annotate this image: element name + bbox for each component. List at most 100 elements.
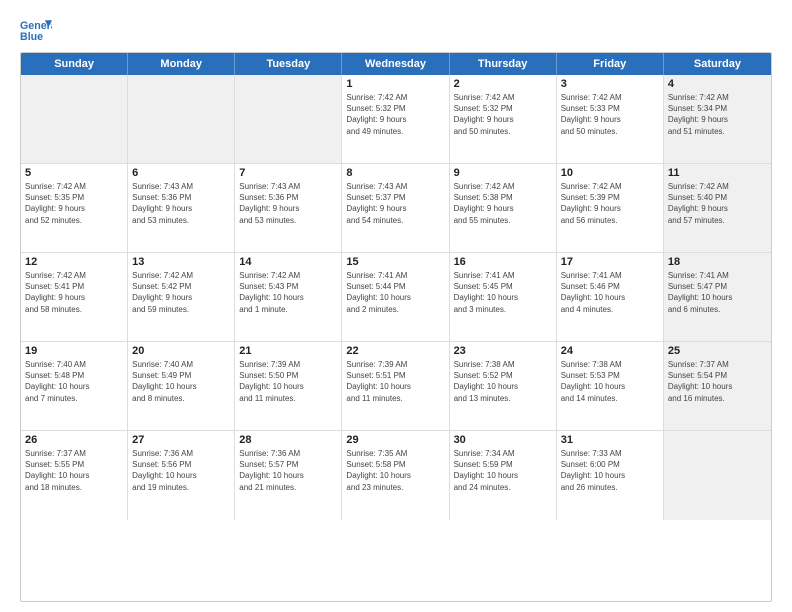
day-number: 6: [132, 167, 230, 179]
day-number: 8: [346, 167, 444, 179]
calendar-row-4: 19Sunrise: 7:40 AM Sunset: 5:48 PM Dayli…: [21, 342, 771, 431]
day-number: 3: [561, 78, 659, 90]
day-info: Sunrise: 7:42 AM Sunset: 5:34 PM Dayligh…: [668, 92, 767, 137]
day-info: Sunrise: 7:35 AM Sunset: 5:58 PM Dayligh…: [346, 448, 444, 493]
day-number: 11: [668, 167, 767, 179]
day-info: Sunrise: 7:41 AM Sunset: 5:44 PM Dayligh…: [346, 270, 444, 315]
day-number: 14: [239, 256, 337, 268]
day-number: 23: [454, 345, 552, 357]
header-day-monday: Monday: [128, 53, 235, 75]
empty-cell-4-6: [664, 431, 771, 520]
day-cell-10: 10Sunrise: 7:42 AM Sunset: 5:39 PM Dayli…: [557, 164, 664, 252]
day-cell-4: 4 Sunrise: 7:42 AM Sunset: 5:34 PM Daylig…: [664, 75, 771, 163]
day-cell-28: 28 Sunrise: 7:36 AM Sunset: 5:57 PM Dayli…: [235, 431, 342, 520]
day-cell-26: 26 Sunrise: 7:37 AM Sunset: 5:55 PM Dayli…: [21, 431, 128, 520]
day-info: Sunrise: 7:42 AM Sunset: 5:32 PM Dayligh…: [454, 92, 552, 137]
day-number: 21: [239, 345, 337, 357]
day-number: 30: [454, 434, 552, 446]
day-number: 18: [668, 256, 767, 268]
calendar-row-5: 26 Sunrise: 7:37 AM Sunset: 5:55 PM Dayli…: [21, 431, 771, 520]
day-info: Sunrise: 7:37 AM Sunset: 5:55 PM Dayligh…: [25, 448, 123, 493]
day-number: 16: [454, 256, 552, 268]
calendar-body: 1Sunrise: 7:42 AM Sunset: 5:32 PM Daylig…: [21, 75, 771, 520]
day-cell-11: 11 Sunrise: 7:42 AM Sunset: 5:40 PM Dayli…: [664, 164, 771, 252]
day-cell-8: 8 Sunrise: 7:43 AM Sunset: 5:37 PM Daylig…: [342, 164, 449, 252]
day-cell-14: 14 Sunrise: 7:42 AM Sunset: 5:43 PM Dayli…: [235, 253, 342, 341]
day-cell-25: 25 Sunrise: 7:37 AM Sunset: 5:54 PM Dayli…: [664, 342, 771, 430]
day-info: Sunrise: 7:37 AM Sunset: 5:54 PM Dayligh…: [668, 359, 767, 404]
day-number: 26: [25, 434, 123, 446]
day-number: 31: [561, 434, 659, 446]
day-number: 27: [132, 434, 230, 446]
day-cell-22: 22 Sunrise: 7:39 AM Sunset: 5:51 PM Dayli…: [342, 342, 449, 430]
day-cell-20: 20 Sunrise: 7:40 AM Sunset: 5:49 PM Dayli…: [128, 342, 235, 430]
day-number: 22: [346, 345, 444, 357]
day-info: Sunrise: 7:42 AM Sunset: 5:43 PM Dayligh…: [239, 270, 337, 315]
day-info: Sunrise: 7:42 AM Sunset: 5:33 PM Dayligh…: [561, 92, 659, 137]
day-info: Sunrise: 7:41 AM Sunset: 5:47 PM Dayligh…: [668, 270, 767, 315]
day-info: Sunrise: 7:43 AM Sunset: 5:36 PM Dayligh…: [239, 181, 337, 226]
day-number: 24: [561, 345, 659, 357]
logo: General Blue: [20, 16, 52, 44]
day-cell-5: 5 Sunrise: 7:42 AM Sunset: 5:35 PM Daylig…: [21, 164, 128, 252]
day-info: Sunrise: 7:41 AM Sunset: 5:45 PM Dayligh…: [454, 270, 552, 315]
day-number: 13: [132, 256, 230, 268]
empty-cell-0-1: [128, 75, 235, 163]
day-number: 25: [668, 345, 767, 357]
day-cell-12: 12 Sunrise: 7:42 AM Sunset: 5:41 PM Dayli…: [21, 253, 128, 341]
day-number: 20: [132, 345, 230, 357]
day-info: Sunrise: 7:42 AM Sunset: 5:39 PM Dayligh…: [561, 181, 659, 226]
day-info: Sunrise: 7:43 AM Sunset: 5:37 PM Dayligh…: [346, 181, 444, 226]
day-info: Sunrise: 7:36 AM Sunset: 5:57 PM Dayligh…: [239, 448, 337, 493]
day-info: Sunrise: 7:36 AM Sunset: 5:56 PM Dayligh…: [132, 448, 230, 493]
day-cell-18: 18 Sunrise: 7:41 AM Sunset: 5:47 PM Dayli…: [664, 253, 771, 341]
day-info: Sunrise: 7:42 AM Sunset: 5:40 PM Dayligh…: [668, 181, 767, 226]
day-info: Sunrise: 7:40 AM Sunset: 5:48 PM Dayligh…: [25, 359, 123, 404]
day-info: Sunrise: 7:42 AM Sunset: 5:42 PM Dayligh…: [132, 270, 230, 315]
calendar-row-2: 5 Sunrise: 7:42 AM Sunset: 5:35 PM Daylig…: [21, 164, 771, 253]
day-number: 12: [25, 256, 123, 268]
day-cell-19: 19Sunrise: 7:40 AM Sunset: 5:48 PM Dayli…: [21, 342, 128, 430]
day-info: Sunrise: 7:42 AM Sunset: 5:35 PM Dayligh…: [25, 181, 123, 226]
day-cell-27: 27 Sunrise: 7:36 AM Sunset: 5:56 PM Dayli…: [128, 431, 235, 520]
day-info: Sunrise: 7:42 AM Sunset: 5:38 PM Dayligh…: [454, 181, 552, 226]
day-cell-7: 7 Sunrise: 7:43 AM Sunset: 5:36 PM Daylig…: [235, 164, 342, 252]
day-cell-15: 15 Sunrise: 7:41 AM Sunset: 5:44 PM Dayli…: [342, 253, 449, 341]
day-number: 5: [25, 167, 123, 179]
day-cell-17: 17Sunrise: 7:41 AM Sunset: 5:46 PM Dayli…: [557, 253, 664, 341]
header-day-tuesday: Tuesday: [235, 53, 342, 75]
day-info: Sunrise: 7:39 AM Sunset: 5:51 PM Dayligh…: [346, 359, 444, 404]
day-number: 7: [239, 167, 337, 179]
day-number: 9: [454, 167, 552, 179]
header-day-thursday: Thursday: [450, 53, 557, 75]
day-cell-6: 6 Sunrise: 7:43 AM Sunset: 5:36 PM Daylig…: [128, 164, 235, 252]
day-cell-16: 16 Sunrise: 7:41 AM Sunset: 5:45 PM Dayli…: [450, 253, 557, 341]
day-number: 2: [454, 78, 552, 90]
day-cell-3: 3 Sunrise: 7:42 AM Sunset: 5:33 PM Daylig…: [557, 75, 664, 163]
day-number: 28: [239, 434, 337, 446]
day-number: 29: [346, 434, 444, 446]
day-info: Sunrise: 7:34 AM Sunset: 5:59 PM Dayligh…: [454, 448, 552, 493]
day-info: Sunrise: 7:38 AM Sunset: 5:53 PM Dayligh…: [561, 359, 659, 404]
day-number: 4: [668, 78, 767, 90]
svg-text:Blue: Blue: [20, 31, 43, 43]
calendar-header: SundayMondayTuesdayWednesdayThursdayFrid…: [21, 53, 771, 75]
header-day-wednesday: Wednesday: [342, 53, 449, 75]
day-info: Sunrise: 7:38 AM Sunset: 5:52 PM Dayligh…: [454, 359, 552, 404]
empty-cell-0-0: [21, 75, 128, 163]
calendar: SundayMondayTuesdayWednesdayThursdayFrid…: [20, 52, 772, 602]
header-day-friday: Friday: [557, 53, 664, 75]
day-info: Sunrise: 7:40 AM Sunset: 5:49 PM Dayligh…: [132, 359, 230, 404]
day-info: Sunrise: 7:42 AM Sunset: 5:41 PM Dayligh…: [25, 270, 123, 315]
day-cell-13: 13 Sunrise: 7:42 AM Sunset: 5:42 PM Dayli…: [128, 253, 235, 341]
calendar-row-1: 1Sunrise: 7:42 AM Sunset: 5:32 PM Daylig…: [21, 75, 771, 164]
day-cell-24: 24 Sunrise: 7:38 AM Sunset: 5:53 PM Dayli…: [557, 342, 664, 430]
day-number: 15: [346, 256, 444, 268]
day-info: Sunrise: 7:43 AM Sunset: 5:36 PM Dayligh…: [132, 181, 230, 226]
header-day-saturday: Saturday: [664, 53, 771, 75]
day-cell-29: 29 Sunrise: 7:35 AM Sunset: 5:58 PM Dayli…: [342, 431, 449, 520]
day-cell-23: 23 Sunrise: 7:38 AM Sunset: 5:52 PM Dayli…: [450, 342, 557, 430]
day-info: Sunrise: 7:39 AM Sunset: 5:50 PM Dayligh…: [239, 359, 337, 404]
day-info: Sunrise: 7:41 AM Sunset: 5:46 PM Dayligh…: [561, 270, 659, 315]
header-day-sunday: Sunday: [21, 53, 128, 75]
